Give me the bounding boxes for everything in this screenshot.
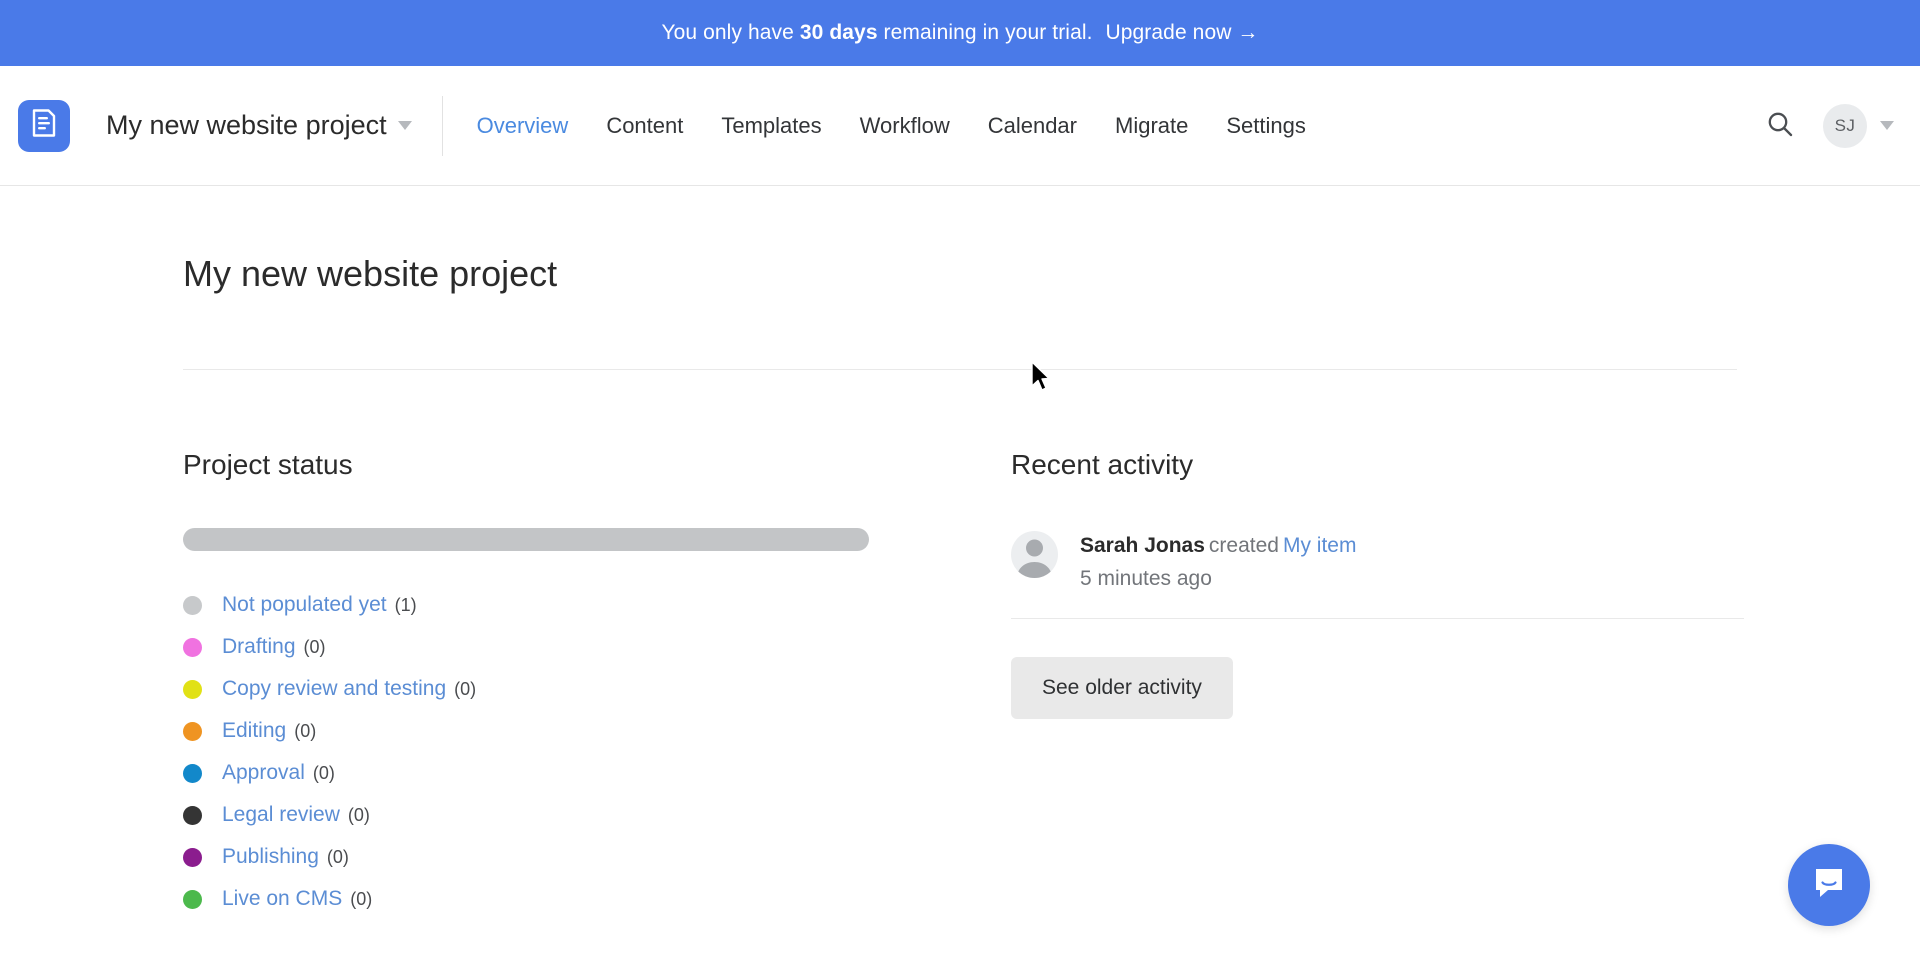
status-label[interactable]: Not populated yet — [222, 593, 387, 617]
status-legend-item[interactable]: Copy review and testing (0) — [183, 668, 1011, 710]
status-label[interactable]: Copy review and testing — [222, 677, 446, 701]
status-label[interactable]: Approval — [222, 761, 305, 785]
status-count: (1) — [394, 594, 417, 615]
nav-item-templates[interactable]: Templates — [721, 113, 821, 139]
status-count: (0) — [312, 762, 335, 783]
status-count: (0) — [294, 720, 317, 741]
trial-days-remaining: 30 days — [799, 21, 878, 44]
trial-banner: You only have 30 days remaining in your … — [0, 0, 1920, 66]
status-label[interactable]: Editing — [222, 719, 286, 743]
activity-user: Sarah Jonas — [1080, 534, 1205, 557]
app-logo[interactable] — [18, 99, 70, 152]
status-legend-list: Not populated yet (1) Drafting (0) Copy … — [183, 584, 1011, 920]
status-color-dot — [183, 679, 202, 699]
trial-prefix-text: You only have — [661, 21, 800, 44]
activity-description: Sarah Jonas created My item — [1080, 533, 1356, 559]
status-color-dot — [183, 805, 202, 825]
status-color-dot — [183, 637, 202, 657]
status-label[interactable]: Legal review — [222, 803, 340, 827]
nav-item-overview[interactable]: Overview — [477, 113, 569, 139]
activity-verb: created — [1208, 534, 1279, 557]
page-content: My new website project Project status No… — [0, 186, 1920, 956]
avatar: SJ — [1823, 103, 1867, 148]
nav-item-workflow[interactable]: Workflow — [860, 113, 950, 139]
title-divider — [183, 369, 1737, 370]
see-older-activity-button[interactable]: See older activity — [1011, 657, 1233, 720]
nav-item-calendar[interactable]: Calendar — [988, 113, 1077, 139]
project-switcher-label: My new website project — [106, 110, 387, 140]
app-header: My new website project Overview Content … — [0, 66, 1920, 186]
account-menu[interactable]: SJ — [1823, 103, 1894, 148]
chevron-down-icon — [1880, 121, 1894, 130]
project-status-heading: Project status — [183, 449, 353, 480]
status-legend-item[interactable]: Live on CMS (0) — [183, 878, 1011, 920]
activity-target-link[interactable]: My item — [1283, 534, 1357, 557]
status-legend-item[interactable]: Publishing (0) — [183, 836, 1011, 878]
status-label[interactable]: Live on CMS — [222, 887, 342, 911]
intercom-launcher-button[interactable] — [1788, 844, 1870, 926]
chat-bubble-icon — [1809, 863, 1849, 908]
status-label[interactable]: Publishing — [222, 845, 319, 869]
header-actions: SJ — [1763, 66, 1894, 185]
status-color-dot — [183, 721, 202, 741]
recent-activity-section: Recent activity Sarah Jonas created My ite… — [1011, 449, 1744, 920]
status-count: (0) — [303, 636, 326, 657]
search-button[interactable] — [1763, 109, 1797, 143]
activity-list-item: Sarah Jonas created My item 5 minutes ago — [1011, 531, 1744, 620]
status-color-dot — [183, 763, 202, 783]
project-switcher[interactable]: My new website project — [106, 110, 412, 141]
project-progress-bar — [183, 528, 869, 551]
chevron-down-icon — [397, 121, 412, 130]
status-count: (0) — [347, 804, 370, 825]
status-legend-item[interactable]: Not populated yet (1) — [183, 584, 1011, 626]
status-color-dot — [183, 595, 202, 615]
header-divider — [441, 95, 443, 156]
user-placeholder-avatar — [1011, 531, 1058, 578]
status-count: (0) — [350, 888, 373, 909]
status-color-dot — [183, 847, 202, 867]
trial-middle-text: remaining in your trial. — [877, 21, 1099, 44]
status-legend-item[interactable]: Legal review (0) — [183, 794, 1011, 836]
status-legend-item[interactable]: Drafting (0) — [183, 626, 1011, 668]
nav-item-migrate[interactable]: Migrate — [1115, 113, 1188, 139]
status-color-dot — [183, 889, 202, 909]
search-icon — [1765, 109, 1795, 142]
page-title: My new website project — [183, 253, 558, 294]
status-count: (0) — [326, 846, 349, 867]
status-count: (0) — [454, 678, 477, 699]
activity-timestamp: 5 minutes ago — [1080, 567, 1212, 591]
status-legend-item[interactable]: Approval (0) — [183, 752, 1011, 794]
status-label[interactable]: Drafting — [222, 635, 296, 659]
recent-activity-heading: Recent activity — [1011, 449, 1194, 480]
upgrade-now-link[interactable]: Upgrade now → — [1105, 21, 1258, 45]
project-status-section: Project status Not populated yet (1) Dra… — [183, 449, 1011, 920]
nav-item-content[interactable]: Content — [606, 113, 683, 139]
status-legend-item[interactable]: Editing (0) — [183, 710, 1011, 752]
nav-item-settings[interactable]: Settings — [1226, 113, 1306, 139]
document-logo-icon — [31, 108, 57, 143]
main-nav: Overview Content Templates Workflow Cale… — [477, 113, 1306, 139]
